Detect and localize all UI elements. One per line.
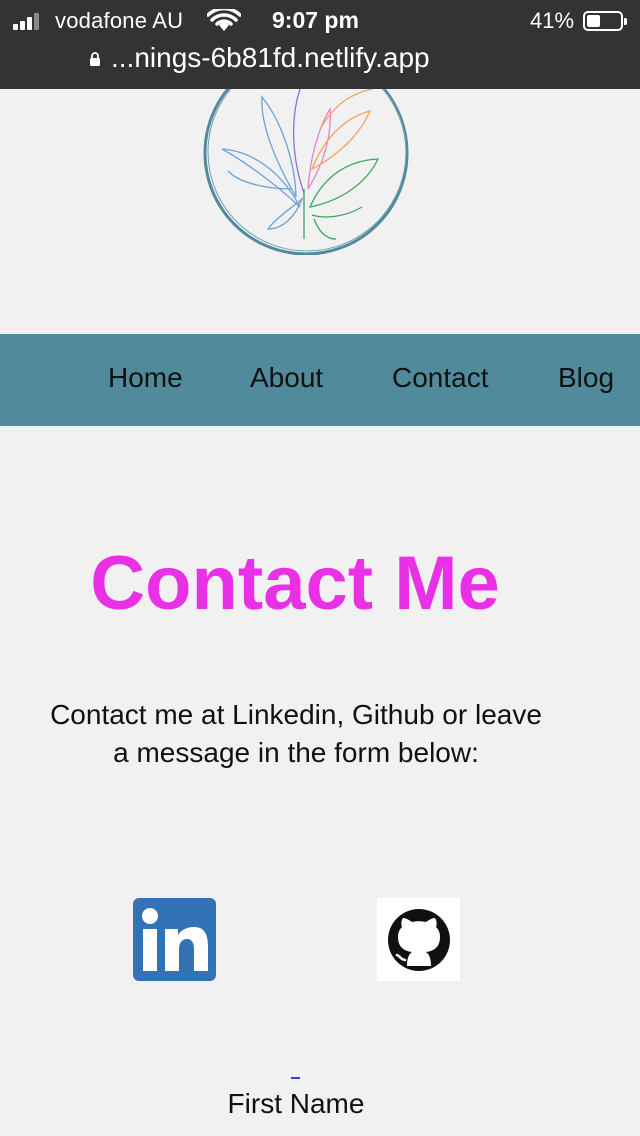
nav-about[interactable]: About [250,362,323,394]
browser-chrome: vodafone AU 9:07 pm 41% ...nings-6b81fd.… [0,0,640,89]
page-title: Contact Me [90,541,500,626]
github-icon [388,909,450,971]
status-bar: vodafone AU 9:07 pm 41% [0,0,640,42]
clock-time: 9:07 pm [272,7,359,33]
nav-home[interactable]: Home [108,362,183,394]
site-logo [203,89,409,255]
nav-blog[interactable]: Blog [558,362,614,394]
battery-icon [583,11,627,31]
intro-text: Contact me at Linkedin, Github or leave … [0,696,592,772]
lock-icon [90,52,100,66]
first-name-label: First Name [227,1088,365,1119]
main-nav: Home About Contact Blog [0,334,640,426]
linkedin-link[interactable] [133,898,216,981]
linkedin-icon [142,908,208,971]
carrier-name: vodafone AU [55,8,184,33]
signal-icon [13,12,47,30]
wifi-icon [207,9,241,31]
github-link[interactable] [377,898,460,981]
intro-line-2: a message in the form below: [113,737,479,768]
intro-line-1: Contact me at Linkedin, Github or leave [50,699,542,730]
form-anchor-mark [291,1077,300,1079]
address-bar[interactable]: ...nings-6b81fd.netlify.app [0,42,640,76]
nav-contact[interactable]: Contact [392,362,489,394]
battery-percent: 41% [530,8,575,33]
url-text[interactable]: ...nings-6b81fd.netlify.app [111,42,430,74]
battery-level [587,15,600,27]
